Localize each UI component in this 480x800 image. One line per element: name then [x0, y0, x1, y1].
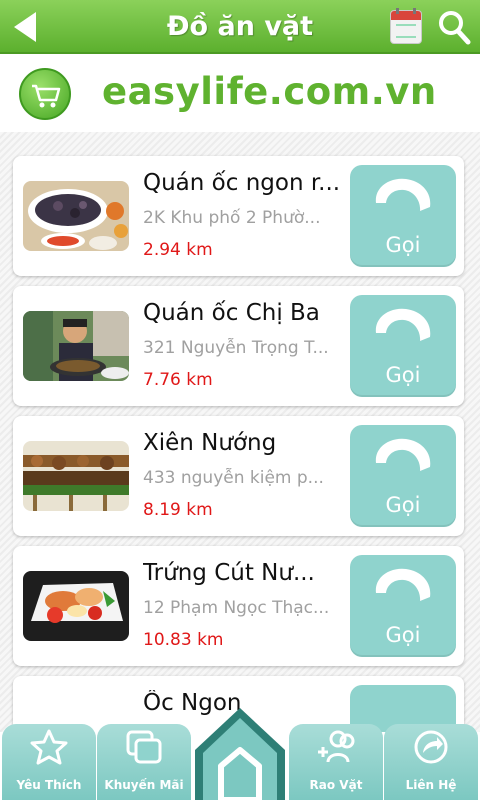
nav-label: Khuyến Mãi	[104, 778, 184, 792]
nav-label: Rao Vặt	[309, 778, 363, 792]
phone-icon	[375, 438, 431, 471]
bottom-nav: Yêu Thích Khuyến Mãi Rao Vặt Liên Hệ	[0, 708, 480, 800]
nav-tab-favorites[interactable]: Yêu Thích	[2, 724, 96, 800]
restaurant-photo	[23, 571, 129, 641]
call-label: Gọi	[385, 493, 421, 517]
restaurant-photo	[23, 441, 129, 511]
list-item[interactable]: Quán ốc ngon r... 2K Khu phố 2 Phườ... 2…	[13, 156, 464, 276]
nav-tab-classifieds[interactable]: Rao Vặt	[289, 724, 383, 800]
call-button[interactable]: Gọi	[350, 555, 456, 657]
search-button[interactable]	[436, 8, 472, 46]
restaurant-address: 433 nguyễn kiệm p...	[143, 468, 324, 488]
restaurant-name: Xiên Nướng	[143, 430, 277, 456]
call-button[interactable]: Gọi	[350, 425, 456, 527]
call-button[interactable]: Gọi	[350, 295, 456, 397]
restaurant-distance: 10.83 km	[143, 630, 224, 650]
restaurant-photo	[23, 181, 129, 251]
restaurant-distance: 8.19 km	[143, 500, 213, 520]
phone-icon	[375, 178, 431, 211]
restaurant-distance: 2.94 km	[143, 240, 213, 260]
contact-arrow-icon	[414, 730, 448, 764]
nav-label: Yêu Thích	[16, 778, 82, 792]
calendar-button[interactable]	[390, 8, 422, 44]
phone-icon	[375, 308, 431, 341]
restaurant-address: 321 Nguyễn Trọng T...	[143, 338, 329, 358]
nav-label: Liên Hệ	[405, 778, 457, 792]
restaurant-name: Quán ốc Chị Ba	[143, 300, 320, 326]
call-label: Gọi	[385, 363, 421, 387]
restaurant-name: Trứng Cút Nư...	[143, 560, 315, 586]
list-item[interactable]: Xiên Nướng 433 nguyễn kiệm p... 8.19 km …	[13, 416, 464, 536]
list-item[interactable]: Trứng Cút Nư... 12 Phạm Ngọc Thạc... 10.…	[13, 546, 464, 666]
call-button[interactable]: Gọi	[350, 165, 456, 267]
call-label: Gọi	[385, 623, 421, 647]
search-icon	[439, 11, 471, 45]
top-bar: Đồ ăn vặt	[0, 0, 480, 54]
restaurant-name: Quán ốc ngon r...	[143, 170, 341, 196]
restaurant-address: 2K Khu phố 2 Phườ...	[143, 208, 321, 228]
restaurant-list[interactable]: Quán ốc ngon r... 2K Khu phố 2 Phườ... 2…	[0, 132, 480, 732]
nav-tab-contact[interactable]: Liên Hệ	[384, 724, 478, 800]
home-button[interactable]	[193, 704, 287, 800]
list-item[interactable]: Quán ốc Chị Ba 321 Nguyễn Trọng T... 7.7…	[13, 286, 464, 406]
brand-bar: easylife.com.vn	[0, 56, 480, 132]
add-users-icon	[318, 730, 355, 763]
nav-tab-promotions[interactable]: Khuyến Mãi	[97, 724, 191, 800]
brand-logo	[19, 68, 71, 120]
brand-site-name[interactable]: easylife.com.vn	[102, 70, 437, 113]
call-label: Gọi	[385, 233, 421, 257]
home-icon	[195, 708, 285, 800]
restaurant-address: 12 Phạm Ngọc Thạc...	[143, 598, 330, 618]
phone-icon	[375, 568, 431, 601]
star-icon	[30, 729, 68, 765]
promo-cards-icon	[126, 730, 162, 764]
restaurant-distance: 7.76 km	[143, 370, 213, 390]
restaurant-photo	[23, 311, 129, 381]
